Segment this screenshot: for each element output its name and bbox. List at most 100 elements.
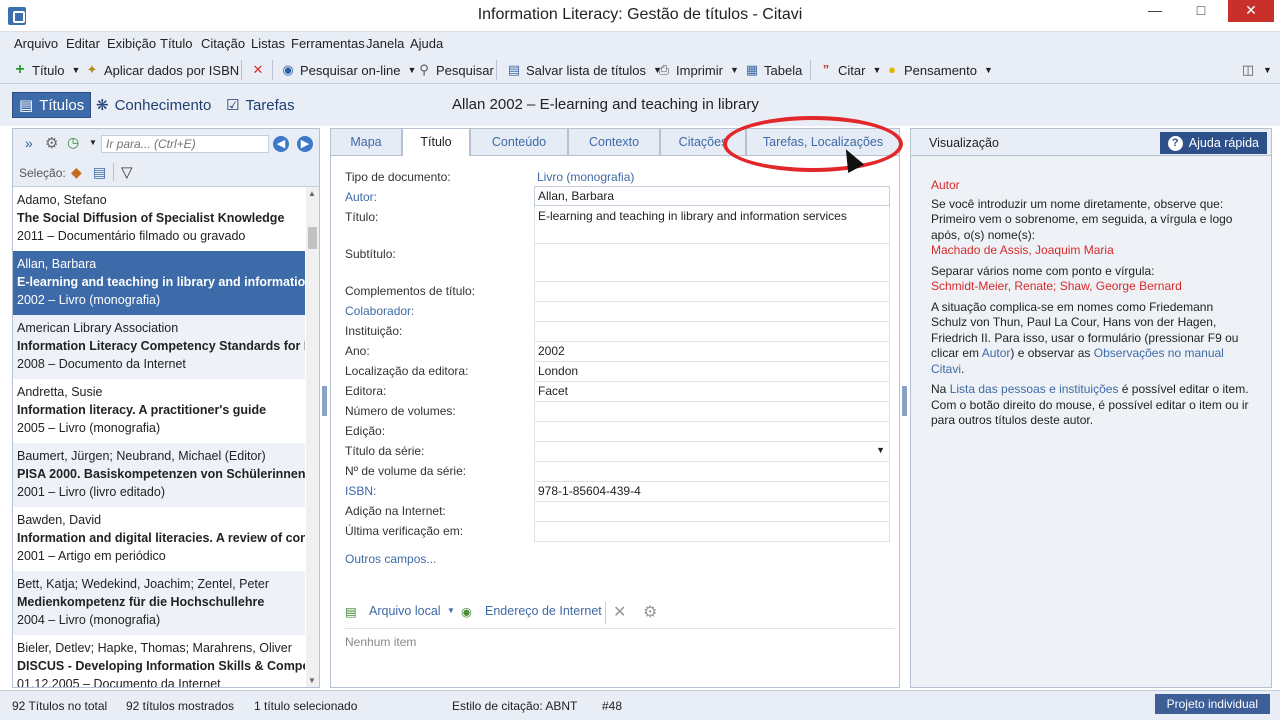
- arrow-right-icon[interactable]: ▶: [297, 136, 313, 152]
- list-item-selected[interactable]: Allan, Barbara E-learning and teaching i…: [13, 251, 305, 315]
- ref-author: Bett, Katja; Wedekind, Joachim; Zentel, …: [17, 577, 269, 591]
- splitter-grip[interactable]: [322, 386, 327, 416]
- online-search-button[interactable]: ◉ Pesquisar on-line ▼: [280, 62, 416, 78]
- menu-janela[interactable]: Janela: [366, 36, 404, 51]
- internet-address-button[interactable]: Endereço de Internet: [485, 604, 602, 618]
- list-item[interactable]: Adamo, Stefano The Social Diffusion of S…: [13, 187, 305, 251]
- splitter-grip[interactable]: [902, 386, 907, 416]
- search-button[interactable]: ⚲ Pesquisar: [416, 62, 494, 78]
- list-item[interactable]: American Library Association Information…: [13, 315, 305, 379]
- scrollbar-thumb[interactable]: [308, 227, 317, 249]
- last-checked-field[interactable]: [534, 522, 890, 542]
- collapse-icon[interactable]: »: [25, 135, 33, 151]
- remove-icon[interactable]: ✕: [613, 602, 626, 622]
- chevron-down-icon[interactable]: ▼: [89, 138, 97, 147]
- selection-add-icon[interactable]: ◆: [71, 164, 82, 181]
- chevron-down-icon[interactable]: ▼: [876, 445, 885, 455]
- gear-icon[interactable]: ⚙: [643, 602, 657, 622]
- doc-type-link[interactable]: Livro (monografia): [537, 170, 634, 184]
- menu-listas[interactable]: Listas: [251, 36, 285, 51]
- thought-button[interactable]: ● Pensamento ▼: [884, 62, 993, 78]
- tab-conteudo[interactable]: Conteúdo: [470, 128, 568, 156]
- volumes-field[interactable]: [534, 402, 890, 422]
- publisher-field[interactable]: Facet: [534, 382, 890, 402]
- apply-isbn-button[interactable]: ✦ Aplicar dados por ISBN: [84, 62, 240, 78]
- menu-arquivo[interactable]: Arquivo: [14, 36, 58, 51]
- quick-help-button[interactable]: ? Ajuda rápida: [1159, 132, 1267, 154]
- title-supplements-field[interactable]: [534, 282, 890, 302]
- author-field[interactable]: Allan, Barbara: [534, 186, 890, 206]
- minimize-button[interactable]: —: [1140, 0, 1170, 22]
- selection-list-icon[interactable]: ▤: [93, 164, 106, 181]
- right-splitter[interactable]: [901, 128, 909, 688]
- isbn-field[interactable]: 978-1-85604-439-4: [534, 482, 890, 502]
- author-help-link[interactable]: Autor: [982, 346, 1011, 360]
- ref-title: Medienkompetenz für die Hochschullehre: [17, 595, 265, 609]
- contributor-field[interactable]: [534, 302, 890, 322]
- scroll-up-icon[interactable]: ▲: [308, 189, 316, 198]
- ref-title: PISA 2000. Basiskompetenzen von Schüleri…: [17, 467, 305, 481]
- scroll-down-icon[interactable]: ▼: [308, 676, 316, 685]
- menu-editar[interactable]: Editar: [66, 36, 100, 51]
- filter-icon[interactable]: ▽: [121, 163, 133, 181]
- year-field[interactable]: 2002: [534, 342, 890, 362]
- place-field[interactable]: London: [534, 362, 890, 382]
- edition-field[interactable]: [534, 422, 890, 442]
- menu-citacao[interactable]: Citação: [201, 36, 245, 51]
- menu-exibicao[interactable]: Exibição: [107, 36, 156, 51]
- add-title-label: Título: [32, 62, 65, 78]
- gear-icon[interactable]: ⚙: [45, 134, 58, 152]
- view-tab-knowledge[interactable]: ❋ Conhecimento: [90, 92, 217, 118]
- goto-input[interactable]: [101, 135, 269, 153]
- table-button[interactable]: ▦ Tabela: [744, 62, 802, 78]
- local-file-button[interactable]: Arquivo local: [369, 604, 441, 618]
- left-splitter[interactable]: [321, 128, 329, 688]
- list-item[interactable]: Bawden, David Information and digital li…: [13, 507, 305, 571]
- series-volume-field[interactable]: [534, 462, 890, 482]
- isbn-label[interactable]: ISBN:: [345, 484, 376, 498]
- project-type-badge[interactable]: Projeto individual: [1154, 694, 1270, 714]
- view-tab-tasks[interactable]: ☑ Tarefas: [220, 92, 301, 118]
- series-title-field[interactable]: ▼: [534, 442, 890, 462]
- tab-contexto[interactable]: Contexto: [568, 128, 660, 156]
- more-fields-link[interactable]: Outros campos...: [345, 552, 436, 566]
- author-label[interactable]: Autor:: [345, 190, 377, 204]
- reference-list-scrollbar[interactable]: ▲ ▼: [306, 187, 319, 687]
- chevron-down-icon[interactable]: ▼: [447, 606, 455, 615]
- cite-button[interactable]: ” Citar ▼: [818, 62, 882, 78]
- ref-title: Information Literacy Competency Standard…: [17, 339, 305, 353]
- persons-list-link[interactable]: Lista das pessoas e instituições: [950, 382, 1119, 396]
- ref-title: E-learning and teaching in library and i…: [17, 275, 305, 289]
- status-citation-style[interactable]: Estilo de citação: ABNT: [452, 699, 577, 713]
- maximize-button[interactable]: □: [1186, 0, 1216, 22]
- subtitle-field[interactable]: [534, 244, 890, 282]
- tab-citacoes[interactable]: Citações: [660, 128, 746, 156]
- list-item[interactable]: Andretta, Susie Information literacy. A …: [13, 379, 305, 443]
- layout-button[interactable]: ◫ ▼: [1240, 62, 1272, 78]
- menu-ferramentas[interactable]: Ferramentas: [291, 36, 365, 51]
- list-item[interactable]: Bieler, Detlev; Hapke, Thomas; Marahrens…: [13, 635, 305, 687]
- preview-tab[interactable]: Visualização: [929, 136, 999, 150]
- add-title-button[interactable]: + Título ▼: [12, 62, 80, 78]
- menu-titulo[interactable]: Título: [160, 36, 193, 51]
- menu-ajuda[interactable]: Ajuda: [410, 36, 443, 51]
- close-button[interactable]: ✕: [1228, 0, 1274, 22]
- delete-button[interactable]: ✕: [250, 62, 266, 78]
- view-tab-titles[interactable]: ▤ Títulos: [12, 92, 92, 118]
- ref-title: Information and digital literacies. A re…: [17, 531, 305, 545]
- history-icon[interactable]: ◷: [67, 134, 79, 151]
- list-item[interactable]: Bett, Katja; Wedekind, Joachim; Zentel, …: [13, 571, 305, 635]
- internet-added-field[interactable]: [534, 502, 890, 522]
- tab-tarefas-localizacoes[interactable]: Tarefas, Localizações: [746, 128, 900, 156]
- tab-mapa[interactable]: Mapa: [330, 128, 402, 156]
- tab-titulo[interactable]: Título: [402, 128, 470, 157]
- list-item[interactable]: Baumert, Jürgen; Neubrand, Michael (Edit…: [13, 443, 305, 507]
- add-internet-address-icon[interactable]: ◉: [461, 604, 472, 619]
- contributor-label[interactable]: Colaborador:: [345, 304, 414, 318]
- arrow-left-icon[interactable]: ◀: [273, 136, 289, 152]
- add-local-file-icon[interactable]: ▤: [345, 604, 357, 619]
- institution-field[interactable]: [534, 322, 890, 342]
- title-field[interactable]: E-learning and teaching in library and i…: [534, 206, 890, 244]
- print-button[interactable]: ⎙ Imprimir ▼: [656, 62, 739, 78]
- save-list-button[interactable]: ▤ Salvar lista de títulos ▼: [506, 62, 662, 78]
